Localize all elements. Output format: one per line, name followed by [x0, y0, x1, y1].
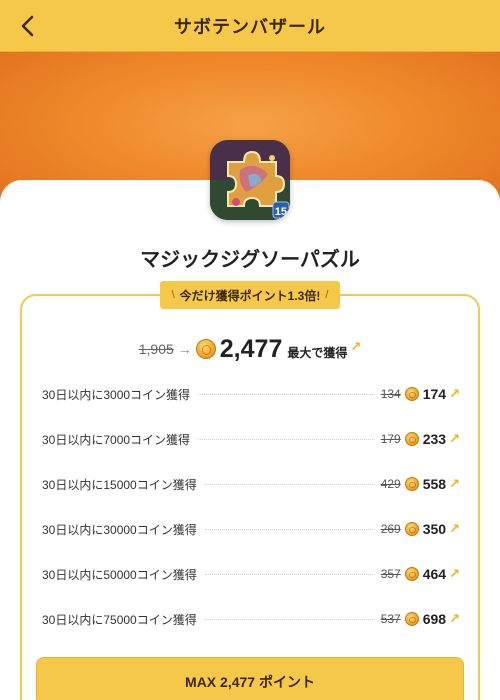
- reward-row: 30日以内に75000コイン獲得 537 698 ↗: [42, 609, 460, 629]
- app-name: マジックジグソーパズル: [140, 249, 360, 271]
- reward-row: 30日以内に7000コイン獲得 179 233 ↗: [42, 429, 460, 449]
- arrow-up-right-icon: ↗: [449, 476, 460, 491]
- top-bar: サボテンバザール: [0, 0, 500, 52]
- reward-old-points: 537: [380, 612, 401, 626]
- reward-row: 30日以内に3000コイン獲得 134 174 ↗: [42, 384, 460, 404]
- dotted-leader: [204, 573, 373, 575]
- reward-condition: 30日以内に3000コイン獲得: [42, 387, 191, 402]
- back-button[interactable]: [14, 12, 42, 40]
- promo-text: 今だけ獲得ポイント1.3倍!: [179, 288, 321, 303]
- promo-badge: \ 今だけ獲得ポイント1.3倍! /: [160, 281, 340, 309]
- dotted-leader: [204, 528, 373, 530]
- reward-row: 30日以内に30000コイン獲得 269 350 ↗: [42, 519, 460, 539]
- new-total-points: 2,477: [219, 334, 283, 363]
- arrow-up-right-icon: ↗: [449, 521, 460, 536]
- coin-icon: [195, 339, 216, 359]
- reward-condition: 30日以内に7000コイン獲得: [42, 432, 191, 447]
- reward-condition: 30日以内に50000コイン獲得: [42, 567, 197, 582]
- decor-slash-right: /: [325, 289, 329, 301]
- coin-icon: [404, 567, 419, 581]
- reward-old-points: 134: [380, 387, 401, 401]
- dotted-leader: [198, 438, 373, 440]
- app-icon: 15: [210, 140, 290, 220]
- reward-condition: 30日以内に30000コイン獲得: [42, 522, 197, 537]
- total-points-row: 1,905 → 2,477 最大で獲得 ↗: [0, 334, 500, 364]
- reward-new-points: 698: [422, 611, 447, 627]
- decor-slash-left: \: [171, 289, 175, 301]
- reward-row: 30日以内に15000コイン獲得 429 558 ↗: [42, 474, 460, 494]
- chevron-left-icon: [21, 15, 34, 37]
- max-earn-label: 最大で獲得: [287, 345, 348, 360]
- reward-row: 30日以内に50000コイン獲得 357 464 ↗: [42, 564, 460, 584]
- old-total-points: 1,905: [138, 341, 174, 357]
- dotted-leader: [204, 618, 373, 620]
- arrow-right-icon: →: [177, 341, 192, 357]
- arrow-up-right-icon: ↗: [449, 431, 460, 446]
- arrow-up-right-icon: ↗: [350, 339, 362, 354]
- page-title: サボテンバザール: [174, 16, 326, 37]
- max-points-button[interactable]: MAX 2,477 ポイント: [36, 657, 464, 700]
- coin-icon: [404, 432, 419, 446]
- reward-condition: 30日以内に15000コイン獲得: [42, 477, 197, 492]
- reward-new-points: 174: [422, 386, 447, 402]
- coin-icon: [404, 387, 419, 401]
- arrow-up-right-icon: ↗: [449, 566, 460, 581]
- reward-old-points: 357: [380, 567, 401, 581]
- arrow-up-right-icon: ↗: [449, 611, 460, 626]
- app-icon-badge: 15: [274, 206, 287, 218]
- reward-old-points: 179: [380, 432, 401, 446]
- arrow-up-right-icon: ↗: [449, 386, 460, 401]
- reward-new-points: 233: [422, 431, 447, 447]
- dotted-leader: [204, 483, 373, 485]
- coin-icon: [404, 477, 419, 491]
- reward-condition: 30日以内に75000コイン獲得: [42, 612, 197, 627]
- reward-new-points: 350: [422, 521, 447, 537]
- reward-old-points: 429: [380, 477, 401, 491]
- coin-icon: [404, 522, 419, 536]
- dotted-leader: [198, 393, 373, 395]
- reward-old-points: 269: [380, 522, 401, 536]
- reward-new-points: 558: [422, 476, 447, 492]
- coin-icon: [404, 612, 419, 626]
- reward-new-points: 464: [422, 566, 447, 582]
